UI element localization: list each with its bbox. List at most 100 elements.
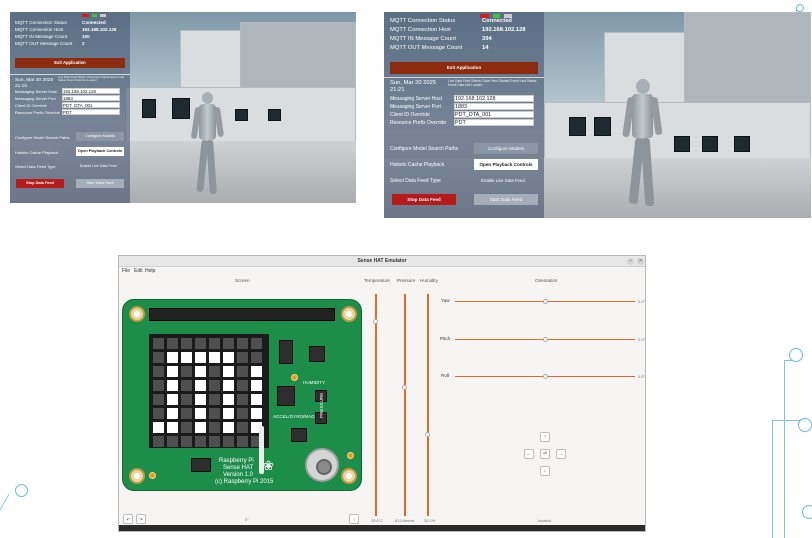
feed-type-value[interactable]: Enable Live Data Feed <box>481 178 525 183</box>
status-led-red <box>82 14 89 17</box>
indicator-led <box>291 374 298 381</box>
joystick-down-button[interactable]: ↓ <box>540 466 550 476</box>
stop-data-feed-button[interactable]: Stop Data Feed <box>16 179 64 188</box>
out-count-value: 14 <box>482 45 489 51</box>
date-display: Sun, Mar 30 2025 21:21 <box>390 80 437 93</box>
divider <box>384 77 544 78</box>
screen-header: Screen <box>235 278 250 283</box>
server-host-field[interactable]: 192.168.102.128 <box>454 95 534 102</box>
window-title: Sense HAT Emulator <box>119 256 645 267</box>
wall-poster <box>702 136 718 152</box>
menu-file[interactable]: File <box>122 268 130 274</box>
led-pixel <box>223 366 234 377</box>
server-port-field[interactable]: 1883 <box>62 95 120 101</box>
mount-hole <box>129 468 145 484</box>
wall-poster <box>674 136 690 152</box>
stop-data-feed-button[interactable]: Stop Data Feed <box>392 194 456 205</box>
client-id-field[interactable]: PDT_DTA_001 <box>454 111 534 118</box>
menu-bar: File Edit Help <box>119 267 645 275</box>
rotate-left-button[interactable]: ↶ <box>123 514 133 524</box>
temperature-knob[interactable] <box>373 318 378 324</box>
exit-application-button[interactable]: Exit Application <box>15 58 125 68</box>
sense-hat-window: Sense HAT Emulator – × File Edit Help Sc… <box>118 255 646 532</box>
led-pixel <box>209 366 220 377</box>
led-pixel <box>237 436 248 447</box>
raspberry-logo-icon: ❀ <box>263 458 274 473</box>
led-pixel <box>223 338 234 349</box>
joystick-hardware[interactable] <box>305 448 339 482</box>
server-host-label: Messaging Server Host <box>15 89 57 94</box>
humidity-knob[interactable] <box>425 431 430 437</box>
circuit-node-right-1 <box>789 348 803 362</box>
humidity-slider[interactable] <box>427 294 429 516</box>
prefix-field[interactable]: PDT <box>454 119 534 126</box>
host-value: 192.168.102.128 <box>82 27 117 32</box>
led-pixel <box>195 352 206 363</box>
humidity-label: HUMIDITY <box>303 380 326 385</box>
playback-label: Historic Cache Playback <box>390 162 445 168</box>
roll-knob[interactable] <box>543 374 548 379</box>
led-pixel <box>167 380 178 391</box>
joystick-right-button[interactable]: → <box>556 449 566 459</box>
in-count-label: MQTT IN Message Count <box>15 34 68 39</box>
minimize-icon[interactable]: – <box>627 258 634 265</box>
feed-type-label: Select Data Feed Type <box>15 164 56 169</box>
pitch-knob[interactable] <box>543 337 548 342</box>
pitch-label: Pitch <box>440 336 451 341</box>
prefix-label: Resource Prefix Override <box>15 110 60 115</box>
led-pixel <box>181 422 192 433</box>
yaw-knob[interactable] <box>543 299 548 304</box>
pitch-value: 0.0° <box>638 337 646 342</box>
menu-edit[interactable]: Edit <box>134 268 143 274</box>
start-data-feed-button[interactable]: Start Data Feed <box>76 179 124 188</box>
server-host-field[interactable]: 192.168.102.128 <box>62 88 120 94</box>
open-playback-controls-button[interactable]: Open Playback Controls <box>474 159 538 170</box>
led-pixel <box>237 352 248 363</box>
exit-application-button[interactable]: Exit Application <box>390 62 538 74</box>
led-pixel <box>181 338 192 349</box>
yaw-label: Yaw <box>441 298 450 303</box>
configure-models-button[interactable]: Configure Models <box>76 132 124 141</box>
led-pixel <box>167 408 178 419</box>
led-pixel <box>181 352 192 363</box>
in-count-label: MQTT IN Message Count <box>390 36 456 42</box>
feed-type-value[interactable]: Enable Live Data Feed <box>80 164 117 168</box>
led-pixel <box>153 352 164 363</box>
led-pixel <box>153 366 164 377</box>
led-pixel <box>153 380 164 391</box>
prefix-field[interactable]: PDT <box>62 109 120 115</box>
environment-reset-button[interactable]: ‹ <box>349 514 359 524</box>
feed-status-notice: Live Data Feed Status: Data Feed Started… <box>58 75 125 83</box>
open-playback-controls-button[interactable]: Open Playback Controls <box>76 147 124 156</box>
led-pixel <box>167 352 178 363</box>
playback-label: Historic Cache Playback <box>15 150 59 155</box>
chip <box>191 458 211 472</box>
circuit-node-right-2 <box>798 418 812 432</box>
configure-models-button[interactable]: Configure Models <box>474 143 538 154</box>
rotation-value: 0° <box>245 517 249 522</box>
temperature-slider[interactable] <box>375 294 377 516</box>
client-id-field[interactable]: PDT_DTA_001 <box>62 102 120 108</box>
joystick-enter-button[interactable]: ⏎ <box>540 449 550 459</box>
pressure-slider[interactable] <box>404 294 406 516</box>
led-pixel <box>251 352 262 363</box>
close-icon[interactable]: × <box>637 258 644 265</box>
circuit-node-right-3 <box>802 505 812 519</box>
gpio-header <box>149 308 335 321</box>
start-data-feed-button[interactable]: Start Data Feed <box>474 194 538 205</box>
client-id-label: Client ID Override <box>15 103 47 108</box>
joystick-left-button[interactable]: ← <box>524 449 534 459</box>
joystick-up-button[interactable]: ↑ <box>540 432 550 442</box>
rotate-right-button[interactable]: ↷ <box>136 514 146 524</box>
led-pixel <box>195 422 206 433</box>
led-pixel <box>153 338 164 349</box>
humidity-header: Humidity <box>420 278 438 283</box>
pressure-knob[interactable] <box>402 385 407 391</box>
server-port-field[interactable]: 1883 <box>454 103 534 110</box>
led-pixel <box>209 422 220 433</box>
led-pixel <box>195 366 206 377</box>
taskbar <box>119 525 645 531</box>
led-pixel <box>209 436 220 447</box>
unity-scene-small: MQTT Connection Status Connected MQTT Co… <box>10 12 356 203</box>
menu-help[interactable]: Help <box>145 268 155 274</box>
